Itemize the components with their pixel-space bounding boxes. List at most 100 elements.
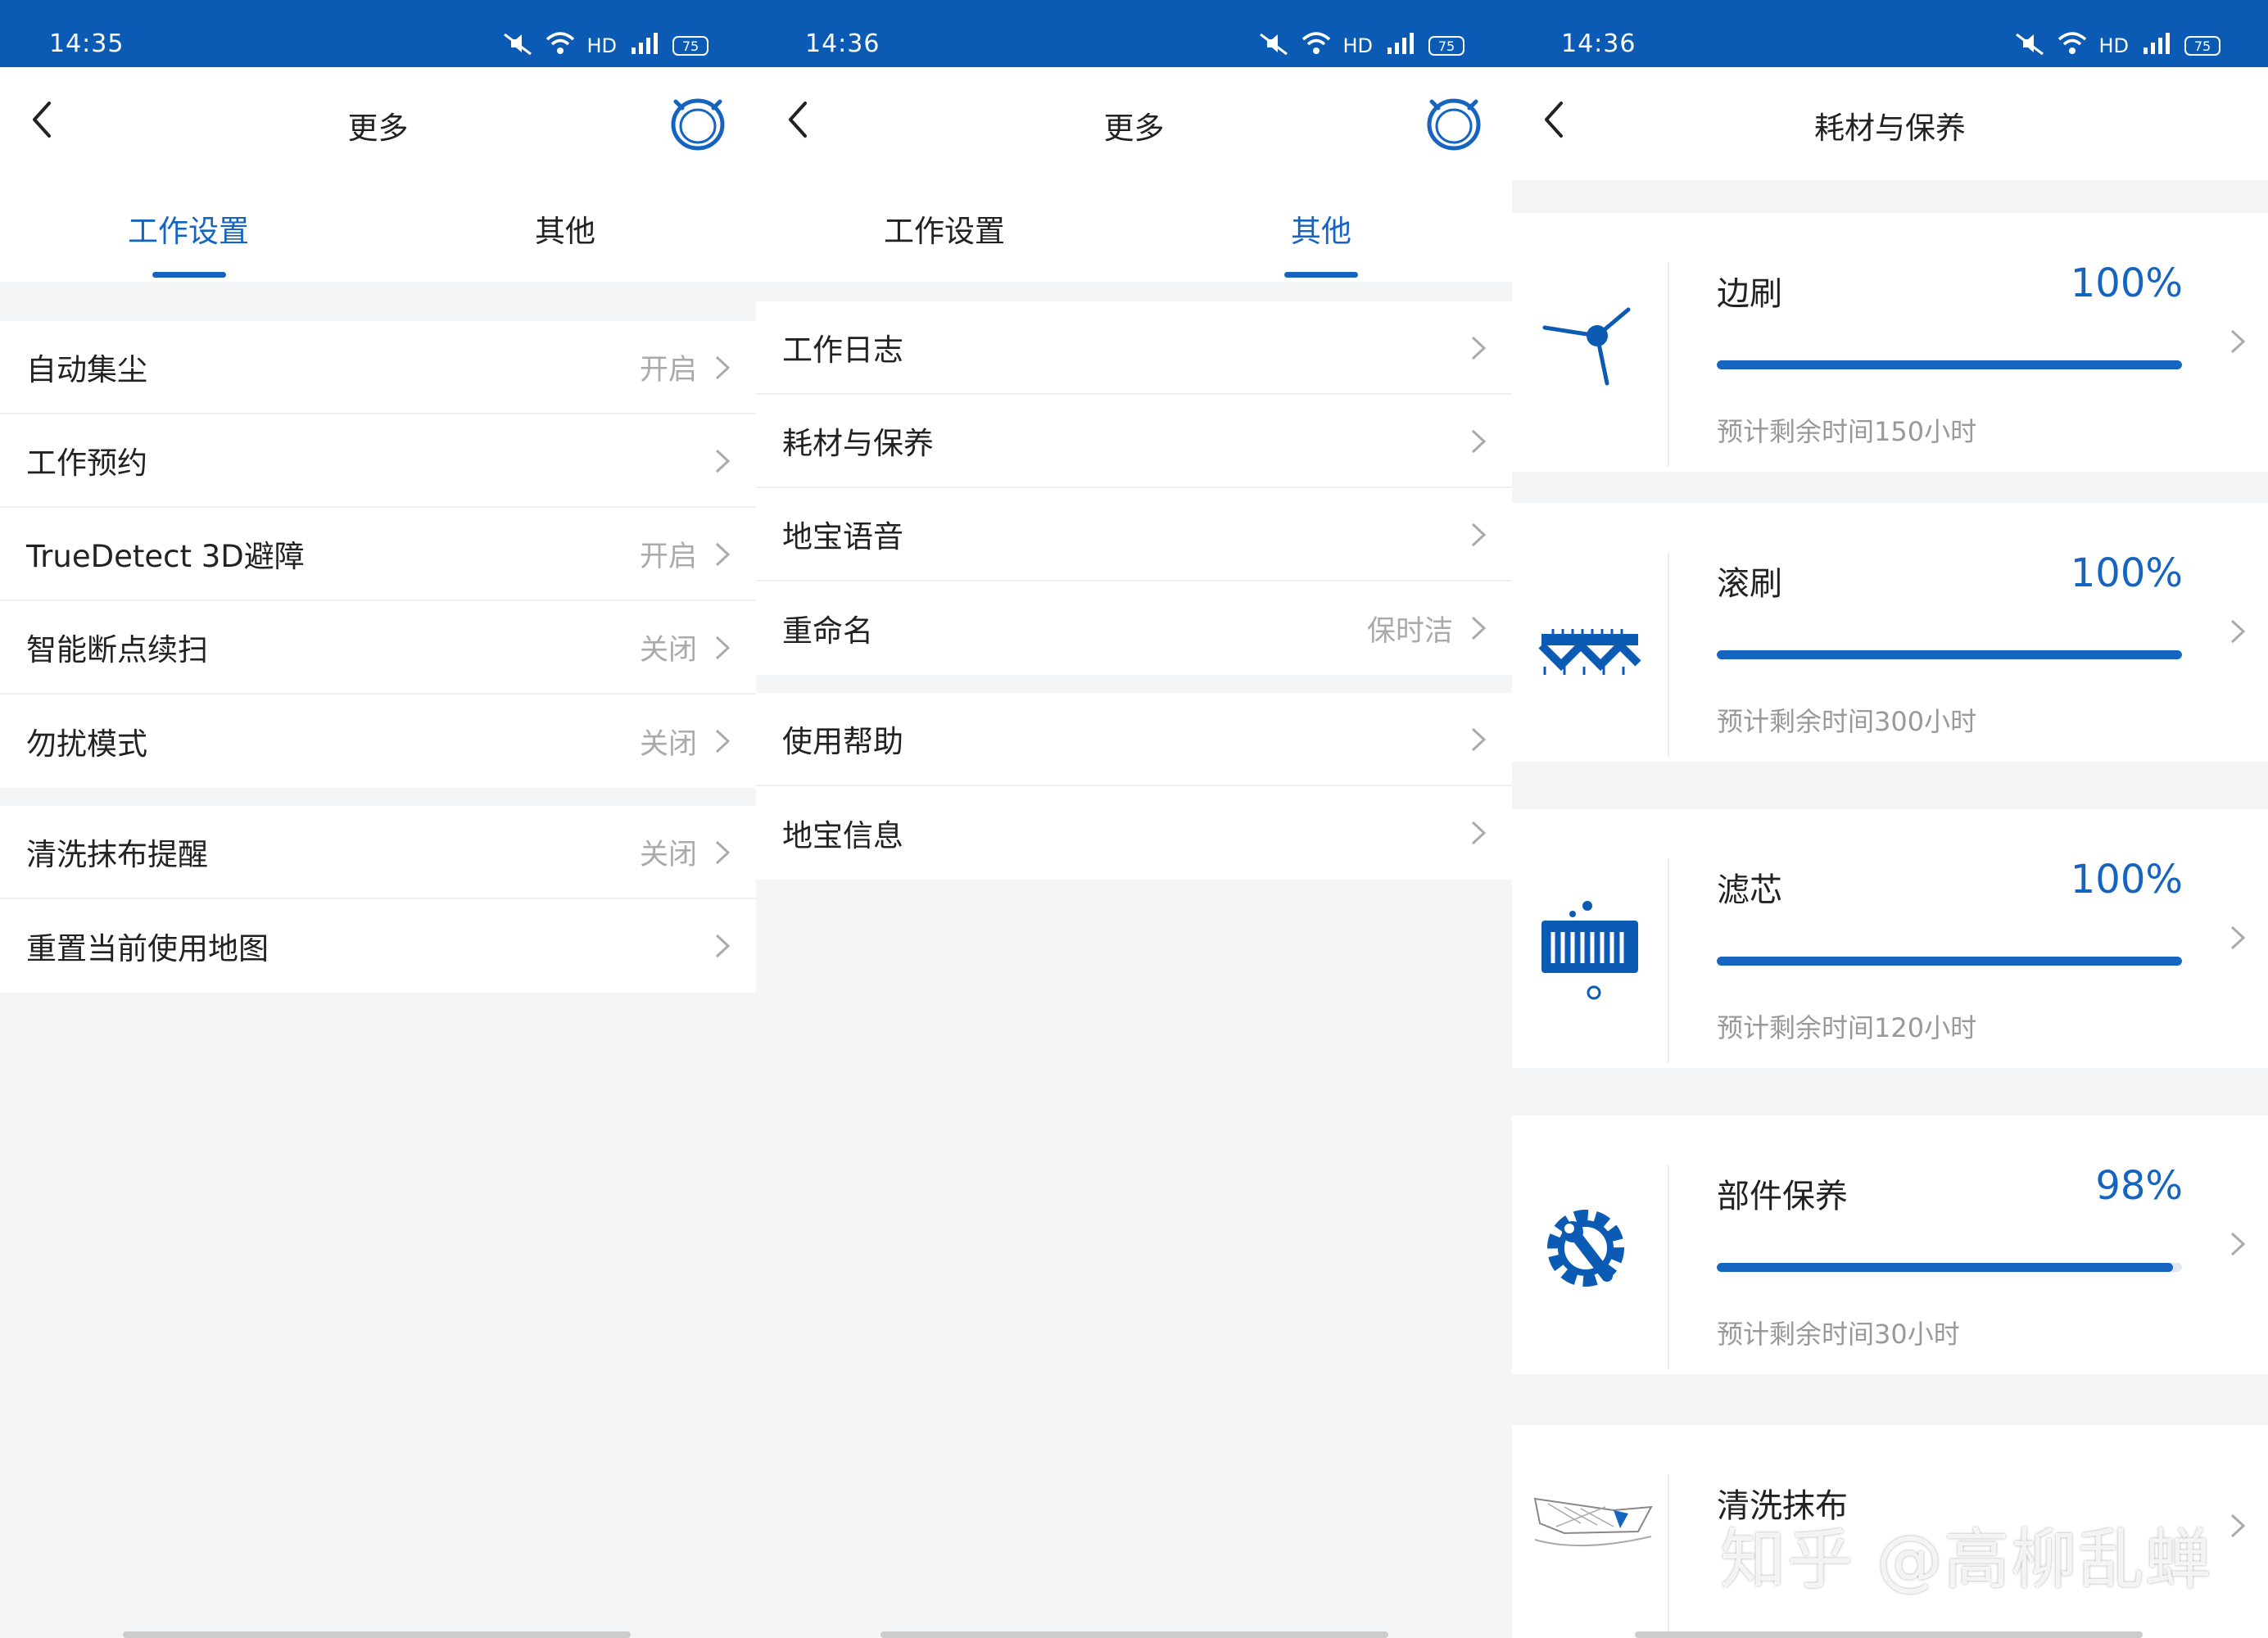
divider (1668, 262, 1669, 467)
row-label: 重命名 (782, 613, 873, 649)
chevron-right-icon (715, 542, 731, 567)
consumable-maintenance[interactable]: 部件保养 98% 预计剩余时间30小时 (1512, 1115, 2268, 1374)
consumable-percent: 100% (2070, 260, 2183, 306)
tab-other[interactable]: 其他 (1198, 206, 1444, 251)
chevron-right-icon (715, 355, 731, 380)
row-auto-dust-collection[interactable]: 自动集尘 开启 (0, 321, 756, 414)
consumable-percent: 100% (2070, 857, 2183, 903)
row-label: 使用帮助 (782, 724, 903, 759)
home-indicator[interactable] (1635, 1631, 2143, 1638)
mute-icon (1257, 31, 1290, 61)
chevron-right-icon (2230, 1232, 2246, 1256)
tab-bar: 工作设置 其他 (756, 182, 1512, 282)
divider (1668, 552, 1669, 757)
signal-icon (1384, 31, 1417, 61)
row-label: 工作预约 (26, 446, 147, 481)
other-group-2: 使用帮助 地宝信息 (756, 693, 1512, 880)
mop-cloth-icon (1533, 1497, 1653, 1547)
row-reset-map[interactable]: 重置当前使用地图 (0, 899, 756, 993)
chevron-right-icon (1471, 727, 1487, 752)
life-progress-fill (1717, 360, 2182, 369)
life-progress-bar (1717, 1263, 2182, 1272)
row-label: 耗材与保养 (782, 426, 934, 461)
row-label: 工作日志 (782, 333, 903, 368)
life-progress-fill (1717, 650, 2182, 659)
row-resume-cleaning[interactable]: 智能断点续扫 关闭 (0, 601, 756, 695)
consumable-name: 滚刷 (1717, 565, 1782, 603)
status-time: 14:35 (49, 29, 124, 58)
tab-underline (152, 272, 226, 278)
life-progress-bar (1717, 360, 2182, 369)
chevron-right-icon (1471, 821, 1487, 845)
status-bar: 14:35 HD 75 (0, 0, 756, 67)
row-label: 智能断点续扫 (26, 632, 208, 667)
consumable-name: 滤芯 (1717, 871, 1782, 909)
tab-bar: 工作设置 其他 (0, 182, 756, 282)
consumable-name: 边刷 (1717, 275, 1782, 313)
mute-icon (2013, 31, 2046, 61)
tab-underline (1284, 272, 1358, 278)
life-progress-bar (1717, 650, 2182, 659)
network-label: HD (1342, 34, 1373, 57)
remaining-time: 预计剩余时间150小时 (1717, 416, 1977, 447)
consumable-percent: 100% (2070, 550, 2183, 596)
row-help[interactable]: 使用帮助 (756, 693, 1512, 786)
row-do-not-disturb[interactable]: 勿扰模式 关闭 (0, 695, 756, 788)
roller-brush-icon (1538, 629, 1641, 675)
row-work-log[interactable]: 工作日志 (756, 301, 1512, 395)
status-bar: 14:36 HD 75 (1512, 0, 2268, 67)
home-indicator[interactable] (880, 1631, 1388, 1638)
settings-group-2: 清洗抹布提醒 关闭 重置当前使用地图 (0, 806, 756, 993)
divider (1668, 1165, 1669, 1369)
row-label: 地宝语音 (782, 519, 903, 554)
chevron-right-icon (715, 449, 731, 473)
divider (1668, 1474, 1669, 1638)
signal-icon (2140, 31, 2173, 61)
row-value: 关闭 (639, 633, 697, 667)
tab-work-settings[interactable]: 工作设置 (66, 206, 311, 251)
consumable-percent: 98% (2095, 1163, 2183, 1209)
page-title: 更多 (1103, 111, 1165, 146)
status-bar: 14:36 HD 75 (756, 0, 1512, 67)
chevron-right-icon (715, 636, 731, 660)
screen-consumables: 14:36 HD 75 耗材与保养 边刷 100% 预计剩余时间150小时 滚刷… (1512, 0, 2268, 1638)
screen-more-work-settings: 14:35 HD 75 更多 工作设置 其他 自动集尘 开启 工作预约 True… (0, 0, 756, 1638)
row-consumables[interactable]: 耗材与保养 (756, 395, 1512, 488)
tab-other[interactable]: 其他 (442, 206, 688, 251)
chevron-right-icon (1471, 429, 1487, 454)
robot-vacuum-icon (671, 98, 725, 151)
app-header: 更多 (756, 67, 1512, 182)
row-value: 开启 (639, 353, 697, 387)
consumable-side-brush[interactable]: 边刷 100% 预计剩余时间150小时 (1512, 213, 2268, 472)
chevron-right-icon (2230, 329, 2246, 354)
life-progress-bar (1717, 957, 2182, 966)
chevron-right-icon (715, 729, 731, 753)
chevron-right-icon (2230, 925, 2246, 950)
battery-indicator: 75 (672, 36, 708, 56)
row-work-schedule[interactable]: 工作预约 (0, 414, 756, 508)
chevron-right-icon (1471, 336, 1487, 360)
side-brush-icon (1542, 307, 1631, 386)
row-truedetect-3d[interactable]: TrueDetect 3D避障 开启 (0, 508, 756, 601)
remaining-time: 预计剩余时间120小时 (1717, 1012, 1977, 1043)
tab-work-settings[interactable]: 工作设置 (822, 206, 1067, 251)
consumable-roller-brush[interactable]: 滚刷 100% 预计剩余时间300小时 (1512, 503, 2268, 762)
row-robot-voice[interactable]: 地宝语音 (756, 488, 1512, 581)
wifi-icon (545, 31, 575, 61)
row-mop-wash-reminder[interactable]: 清洗抹布提醒 关闭 (0, 806, 756, 899)
app-header: 更多 (0, 67, 756, 182)
consumable-filter[interactable]: 滤芯 100% 预计剩余时间120小时 (1512, 809, 2268, 1068)
chevron-right-icon (1471, 523, 1487, 547)
wifi-icon (2057, 31, 2087, 61)
status-time: 14:36 (1561, 29, 1636, 58)
row-label: 地宝信息 (782, 818, 903, 853)
row-rename[interactable]: 重命名 保时洁 (756, 581, 1512, 675)
page-title: 耗材与保养 (1814, 111, 1966, 146)
row-robot-info[interactable]: 地宝信息 (756, 786, 1512, 880)
home-indicator[interactable] (123, 1631, 631, 1638)
robot-vacuum-button[interactable] (1424, 92, 1484, 152)
robot-vacuum-button[interactable] (668, 92, 728, 152)
battery-indicator: 75 (2184, 36, 2220, 56)
row-label: 勿扰模式 (26, 726, 147, 762)
row-value: 保时洁 (1366, 614, 1453, 648)
